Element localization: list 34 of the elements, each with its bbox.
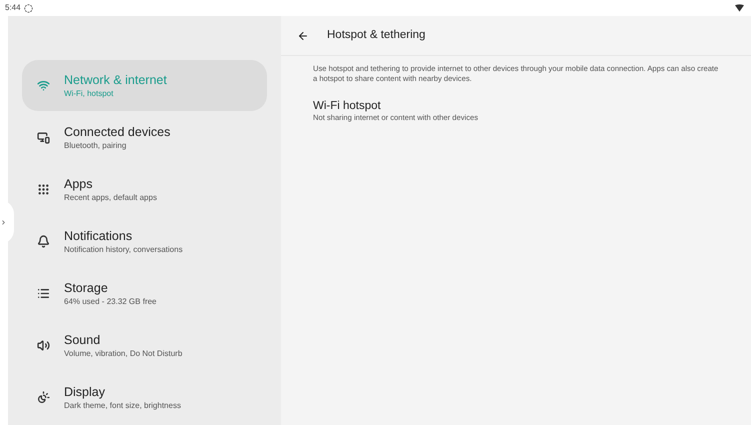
speaker-icon	[36, 339, 50, 352]
item-title: Notifications	[64, 228, 134, 244]
bell-icon	[36, 235, 50, 248]
signal-icon	[735, 4, 744, 12]
item-title: Network & internet	[64, 72, 167, 88]
grid-icon	[36, 183, 50, 196]
list-icon	[36, 287, 50, 300]
item-title: Display	[64, 384, 106, 400]
sidebar-item[interactable]: Apps Recent apps, default apps	[22, 164, 267, 215]
item-title: Storage	[64, 280, 109, 296]
sidebar-item[interactable]: Sound Volume, vibration, Do Not Disturb	[22, 320, 267, 371]
item-subtitle: Dark theme, font size, brightness	[64, 400, 181, 412]
status-time: 5:44	[5, 2, 21, 14]
item-title: Connected devices	[64, 124, 170, 140]
chevron-icon	[0, 218, 7, 226]
sidebar-item[interactable]: Notifications Notification history, conversations	[22, 216, 267, 267]
item-subtitle: Notification history, conversations	[64, 244, 183, 256]
sidebar-item[interactable]: Storage 64% used - 23.32 GB free	[22, 268, 267, 319]
item-subtitle: Recent apps, default apps	[64, 192, 157, 204]
sidebar-item[interactable]: Display Dark theme, font size, brightness	[22, 372, 267, 423]
item-title: Apps	[64, 176, 94, 192]
status-icon	[24, 4, 33, 12]
page-title: Hotspot & tethering	[327, 28, 426, 43]
devices-icon	[36, 131, 50, 144]
row-title: Wi-Fi hotspot	[313, 99, 382, 113]
item-subtitle: 64% used - 23.32 GB free	[64, 296, 156, 308]
item-subtitle: Wi-Fi, hotspot	[64, 88, 114, 100]
sidebar-item[interactable]: Connected devices Bluetooth, pairing	[22, 112, 267, 163]
wifi-icon	[36, 79, 50, 92]
brightness-icon	[36, 391, 50, 404]
item-subtitle: Bluetooth, pairing	[64, 140, 128, 152]
back-icon[interactable]	[297, 30, 309, 42]
item-subtitle: Volume, vibration, Do Not Disturb	[64, 348, 182, 360]
item-title: Sound	[64, 332, 102, 348]
